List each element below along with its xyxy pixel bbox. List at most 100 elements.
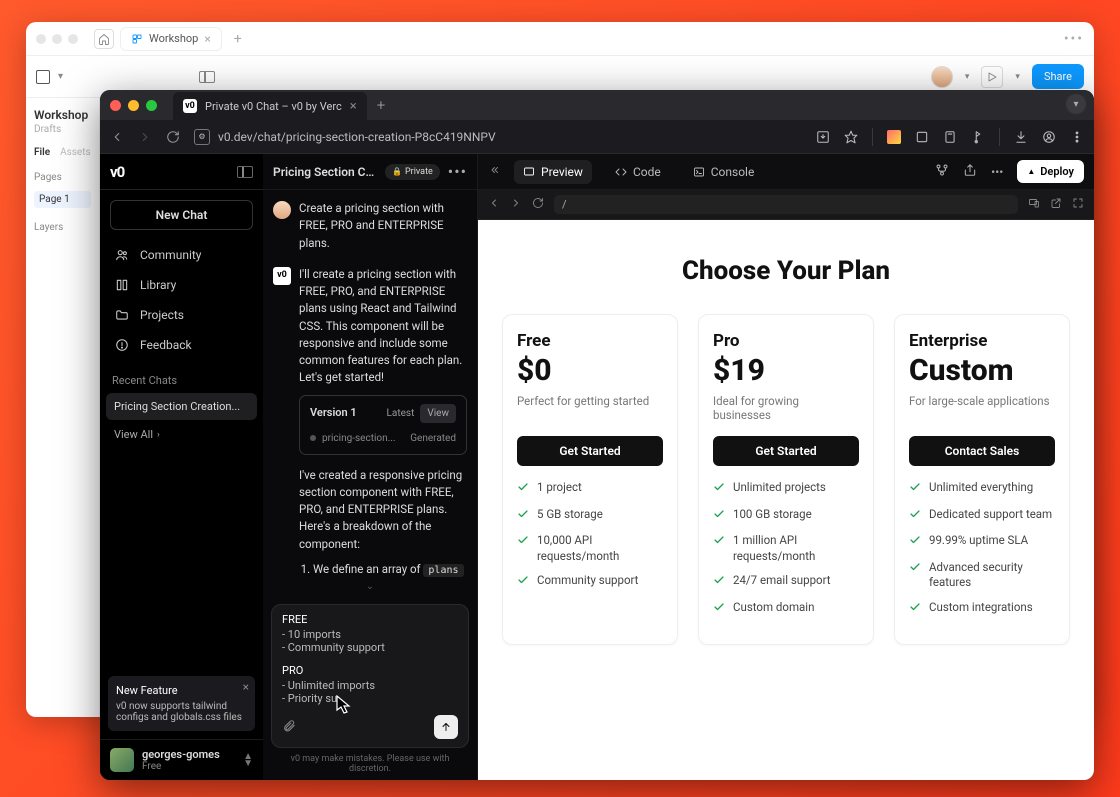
sidebar-toggle-icon[interactable] <box>237 166 253 178</box>
favicon-icon: v0 <box>183 99 197 113</box>
version-card[interactable]: Version 1 Latest View pricing-section...… <box>299 395 467 455</box>
tab-preview[interactable]: Preview <box>514 160 592 184</box>
site-info-icon[interactable]: ⚙ <box>194 129 210 145</box>
send-button[interactable] <box>434 715 458 739</box>
check-icon <box>517 481 529 498</box>
close-icon[interactable]: × <box>350 99 357 114</box>
home-icon[interactable] <box>94 29 114 49</box>
menu-icon[interactable] <box>1070 130 1084 144</box>
chevron-down-icon[interactable]: ⌄ <box>366 579 374 594</box>
chevron-down-icon[interactable]: ▾ <box>965 72 970 82</box>
new-chat-button[interactable]: New Chat <box>110 200 253 230</box>
check-icon <box>909 601 921 618</box>
assets-tab[interactable]: Assets <box>60 147 91 158</box>
window-traffic-lights[interactable] <box>110 100 157 111</box>
sidebar-item-community[interactable]: Community <box>106 240 257 270</box>
more-icon[interactable]: ••• <box>448 162 467 181</box>
toast-body: v0 now supports tailwind configs and glo… <box>116 701 247 723</box>
browser-tab[interactable]: v0 Private v0 Chat – v0 by Verc × <box>173 92 367 120</box>
new-tab-icon[interactable]: + <box>234 31 242 47</box>
plan-price: Custom <box>909 353 1055 388</box>
install-icon[interactable] <box>816 130 830 144</box>
sidebar-item-projects[interactable]: Projects <box>106 300 257 330</box>
check-icon <box>909 534 921 551</box>
workspace-subtitle: Drafts <box>34 124 91 135</box>
pricing-plan-card: Enterprise Custom For large-scale applic… <box>894 314 1070 645</box>
back-icon[interactable] <box>488 197 500 212</box>
collapse-icon[interactable] <box>488 164 500 179</box>
view-all-link[interactable]: View All › <box>100 420 263 449</box>
forward-icon[interactable] <box>138 130 152 144</box>
new-tab-icon[interactable]: + <box>377 96 385 114</box>
more-icon[interactable]: ••• <box>1064 31 1084 47</box>
play-icon[interactable] <box>981 66 1003 88</box>
bookmark-icon[interactable] <box>844 130 858 144</box>
preview-frame: Choose Your Plan Free $0 Perfect for get… <box>478 220 1094 780</box>
tab-code[interactable]: Code <box>606 160 670 184</box>
attachment-icon[interactable] <box>282 719 296 736</box>
sidebar-item-library[interactable]: Library <box>106 270 257 300</box>
open-external-icon[interactable] <box>1050 197 1062 212</box>
url-field[interactable]: ⚙ v0.dev/chat/pricing-section-creation-P… <box>194 129 802 145</box>
check-icon <box>713 534 725 564</box>
deploy-button[interactable]: ▲Deploy <box>1017 160 1084 183</box>
minimize-icon[interactable]: ▾ <box>1066 94 1086 114</box>
plan-cta-button[interactable]: Get Started <box>713 436 859 466</box>
figma-tab[interactable]: Workshop × <box>120 27 222 51</box>
reload-icon[interactable] <box>532 197 544 212</box>
window-traffic-lights[interactable] <box>36 34 78 44</box>
user-menu[interactable]: georges-gomes Free ▲▼ <box>100 739 263 780</box>
fullscreen-icon[interactable] <box>1072 197 1084 212</box>
share-button[interactable]: Share <box>1032 64 1084 89</box>
more-icon[interactable]: ••• <box>991 165 1003 179</box>
figma-tab-label: Workshop <box>149 32 198 45</box>
extension-icon[interactable] <box>943 130 957 144</box>
extension-icon[interactable] <box>887 130 901 144</box>
page-item[interactable]: Page 1 <box>34 191 91 208</box>
check-icon <box>909 561 921 591</box>
pricing-plan-card: Free $0 Perfect for getting started Get … <box>502 314 678 645</box>
view-button[interactable]: View <box>420 404 456 423</box>
preview-path[interactable]: / <box>554 195 1018 214</box>
share-icon[interactable] <box>963 163 977 180</box>
close-icon[interactable]: × <box>204 32 210 46</box>
sidebar-tabs[interactable]: File Assets <box>34 147 91 158</box>
plan-cta-button[interactable]: Get Started <box>517 436 663 466</box>
sidebar-item-feedback[interactable]: Feedback <box>106 330 257 360</box>
fork-icon[interactable] <box>935 163 949 180</box>
input-line: - Community support <box>282 641 458 654</box>
avatar[interactable] <box>931 66 953 88</box>
chevron-down-icon[interactable]: ▾ <box>1015 72 1020 82</box>
close-icon[interactable]: × <box>243 680 249 694</box>
download-icon[interactable] <box>1014 130 1028 144</box>
chevron-down-icon[interactable]: ▾ <box>58 71 63 82</box>
extension-icon[interactable] <box>971 130 985 144</box>
figma-tabbar: Workshop × + ••• <box>26 22 1094 56</box>
panel-toggle-icon[interactable] <box>199 71 215 83</box>
chat-input[interactable]: FREE - 10 imports - Community support PR… <box>271 604 469 748</box>
recent-chat-item[interactable]: Pricing Section Creation... <box>106 393 257 420</box>
check-icon <box>713 508 725 525</box>
tab-console[interactable]: Console <box>684 160 764 184</box>
message-text: Create a pricing section with FREE, PRO … <box>299 200 467 252</box>
forward-icon[interactable] <box>510 197 522 212</box>
back-icon[interactable] <box>110 130 124 144</box>
profile-icon[interactable] <box>1042 130 1056 144</box>
reload-icon[interactable] <box>166 130 180 144</box>
file-tab[interactable]: File <box>34 147 50 158</box>
browser-addressbar: ⚙ v0.dev/chat/pricing-section-creation-P… <box>100 120 1094 154</box>
figma-logo-icon[interactable] <box>36 70 50 84</box>
plan-feature: 24/7 email support <box>713 573 859 591</box>
pricing-title: Choose Your Plan <box>502 256 1070 286</box>
check-icon <box>517 574 529 591</box>
sidebar-item-label: Community <box>140 248 201 262</box>
plan-cta-button[interactable]: Contact Sales <box>909 436 1055 466</box>
responsive-icon[interactable] <box>1028 197 1040 212</box>
plan-feature: 100 GB storage <box>713 507 859 525</box>
visibility-badge[interactable]: 🔒Private <box>385 164 440 180</box>
v0-logo[interactable]: v0 <box>110 163 124 181</box>
lock-icon: 🔒 <box>392 167 402 176</box>
extension-icon[interactable] <box>915 130 929 144</box>
plan-name: Free <box>517 331 663 351</box>
chevron-up-down-icon: ▲▼ <box>243 753 253 767</box>
